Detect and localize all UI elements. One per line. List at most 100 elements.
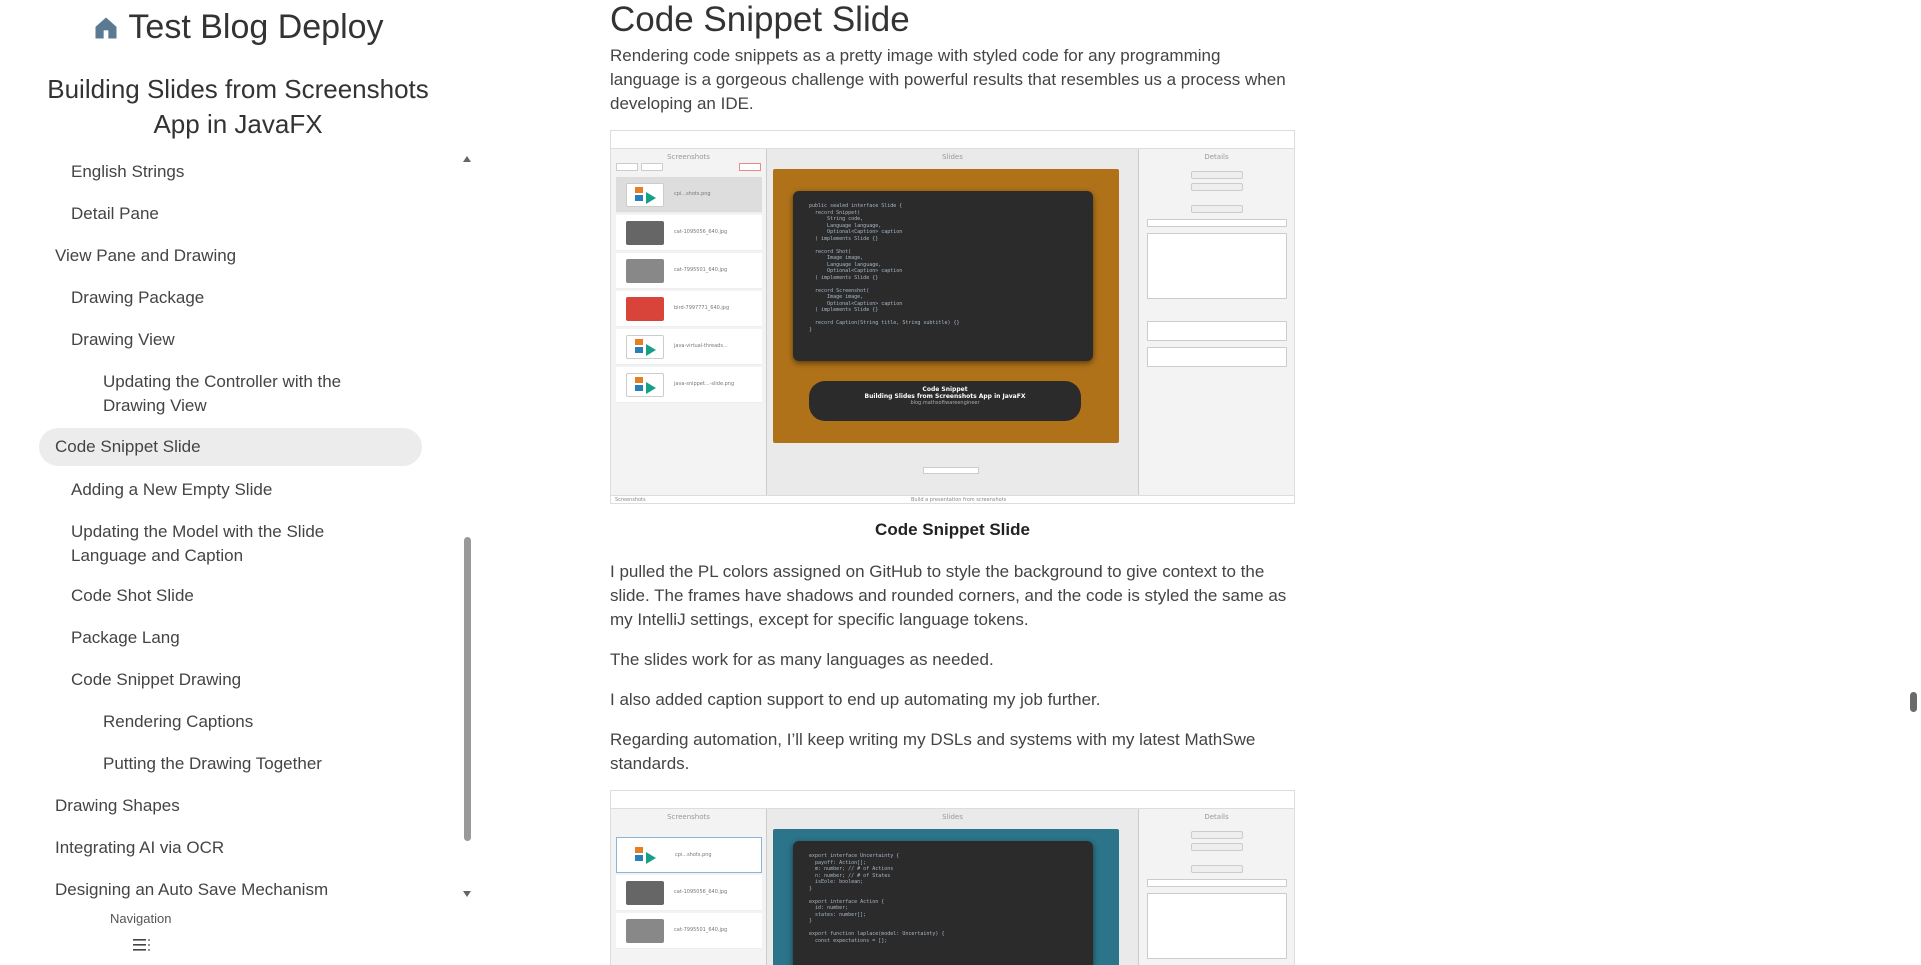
- article-title: Building Slides from Screenshots App in …: [47, 74, 429, 139]
- code-frame: public sealed interface Slide { record S…: [793, 191, 1093, 361]
- pane-title: Slides: [942, 813, 963, 821]
- file-row: java-snippet...-slide.png: [616, 367, 762, 403]
- file-row: cat-7995501_640.jpg: [616, 253, 762, 289]
- pane-title: Screenshots: [667, 813, 710, 821]
- app-titlebar: [611, 791, 1294, 801]
- pane-title: Details: [1204, 153, 1229, 161]
- toc-item-english-strings[interactable]: English Strings: [71, 160, 401, 184]
- url-field: [1147, 347, 1287, 367]
- image-thumbnail: [626, 335, 664, 359]
- app-menubar: [611, 801, 1294, 809]
- file-name: cat-1095056_640.jpg: [674, 889, 728, 895]
- toc-item-updating-controller[interactable]: Updating the Controller with the Drawing…: [103, 370, 383, 418]
- details-pane: Details: [1139, 809, 1294, 965]
- navigation-label: Navigation: [110, 911, 172, 926]
- toc-item-code-shot-slide[interactable]: Code Shot Slide: [71, 584, 401, 608]
- toc-item-drawing-view[interactable]: Drawing View: [71, 328, 401, 352]
- menu-icon[interactable]: [133, 938, 151, 952]
- path-field: [1147, 879, 1287, 887]
- paragraph: I also added caption support to end up a…: [610, 690, 1101, 709]
- toc-scrollbar[interactable]: [460, 150, 474, 905]
- article-content: Code Snippet Slide Rendering code snippe…: [610, 0, 1295, 965]
- toc-scrollbar-thumb[interactable]: [464, 537, 471, 841]
- toc-item-integrating-ai-ocr[interactable]: Integrating AI via OCR: [55, 836, 395, 860]
- toc-item-detail-pane[interactable]: Detail Pane: [71, 202, 401, 226]
- slide-type-combo: [1191, 831, 1243, 839]
- toc-item-adding-new-empty-slide[interactable]: Adding a New Empty Slide: [71, 478, 401, 502]
- image-thumbnail: [626, 259, 664, 283]
- code-frame: export interface Uncertainty { payoff: A…: [793, 841, 1093, 965]
- home-icon: [92, 14, 120, 42]
- paragraph: The slides work for as many languages as…: [610, 650, 994, 669]
- code-textarea: [1147, 893, 1287, 959]
- paragraph: I pulled the PL colors assigned on GitHu…: [610, 562, 1287, 629]
- file-row: cat-1095056_640.jpg: [616, 875, 762, 911]
- code-snippet-slide-screenshot-2[interactable]: Screenshots cpi...shots.png cat-1095056_…: [610, 790, 1295, 965]
- toc-item-code-snippet-slide[interactable]: Code Snippet Slide: [39, 428, 422, 466]
- file-row: cat-7995501_640.jpg: [616, 913, 762, 949]
- scroll-down-arrow-icon[interactable]: [463, 891, 471, 897]
- pagination: [923, 467, 979, 474]
- app-window: Screenshots cpi...shots.png cat-1095056_…: [611, 131, 1294, 503]
- pane-title: Slides: [942, 153, 963, 161]
- caption-field: [1147, 321, 1287, 341]
- file-name: cat-7995501_640.jpg: [674, 927, 728, 933]
- intro-paragraph: Rendering code snippets as a pretty imag…: [610, 46, 1286, 113]
- caption-frame: Code Snippet Building Slides from Screen…: [809, 381, 1081, 421]
- add-button: [616, 163, 638, 171]
- image-thumbnail: [626, 881, 664, 905]
- toc-item-view-pane-and-drawing[interactable]: View Pane and Drawing: [55, 244, 395, 268]
- toc-item-rendering-captions[interactable]: Rendering Captions: [103, 710, 403, 734]
- image-thumbnail: [626, 183, 664, 207]
- file-name: cpi...shots.png: [675, 852, 712, 858]
- slide-type-combo: [1191, 171, 1243, 179]
- page-scrollbar[interactable]: [1906, 0, 1921, 965]
- image-thumbnail: [626, 373, 664, 397]
- file-row: cat-1095056_640.jpg: [616, 215, 762, 251]
- scroll-up-arrow-icon[interactable]: [463, 156, 471, 162]
- toc-item-drawing-shapes[interactable]: Drawing Shapes: [55, 794, 395, 818]
- toc-item-updating-model[interactable]: Updating the Model with the Slide Langua…: [71, 520, 371, 568]
- file-row: java-virtual-threads...: [616, 329, 762, 365]
- file-row: cpi...shots.png: [616, 837, 762, 873]
- config-combo: [1191, 865, 1243, 873]
- page-scrollbar-thumb[interactable]: [1910, 692, 1917, 712]
- file-name: java-virtual-threads...: [674, 343, 728, 349]
- slide-background: public sealed interface Slide { record S…: [773, 169, 1119, 443]
- site-title-link[interactable]: Test Blog Deploy: [0, 8, 476, 47]
- file-name: cpi...shots.png: [674, 191, 711, 197]
- language-combo: [1191, 183, 1243, 191]
- image-thumbnail: [626, 221, 664, 245]
- screenshots-pane: Screenshots cpi...shots.png cat-1095056_…: [611, 809, 767, 965]
- app-statusbar: Screenshots Build a presentation from sc…: [611, 495, 1294, 503]
- file-name: cat-1095056_640.jpg: [674, 229, 728, 235]
- config-combo: [1191, 205, 1243, 213]
- file-name: bird-7997771_640.jpg: [674, 305, 730, 311]
- site-title-text: Test Blog Deploy: [128, 8, 384, 46]
- caption-url: blog.mathsoftwareengineer: [910, 400, 980, 406]
- toc-item-putting-drawing-together[interactable]: Putting the Drawing Together: [103, 752, 403, 776]
- status-left: Screenshots: [615, 497, 646, 503]
- code-snippet-slide-screenshot[interactable]: Screenshots cpi...shots.png cat-1095056_…: [610, 130, 1295, 504]
- slides-pane: Slides public sealed interface Slide { r…: [767, 149, 1139, 503]
- toc-item-auto-save[interactable]: Designing an Auto Save Mechanism: [55, 878, 415, 902]
- sidebar: Test Blog Deploy Building Slides from Sc…: [0, 0, 476, 965]
- language-combo: [1191, 843, 1243, 851]
- pane-title: Details: [1204, 813, 1229, 821]
- toc-item-drawing-package[interactable]: Drawing Package: [71, 286, 401, 310]
- toc-item-package-lang[interactable]: Package Lang: [71, 626, 401, 650]
- file-row: cpi...shots.png: [616, 177, 762, 213]
- details-pane: Details: [1139, 149, 1294, 503]
- app-menubar: [611, 141, 1294, 149]
- file-row: bird-7997771_640.jpg: [616, 291, 762, 327]
- screenshots-pane: Screenshots cpi...shots.png cat-1095056_…: [611, 149, 767, 503]
- slide-background: export interface Uncertainty { payoff: A…: [773, 829, 1119, 965]
- new-button: [641, 163, 663, 171]
- image-thumbnail: [627, 844, 665, 868]
- pane-title: Screenshots: [667, 153, 710, 161]
- status-center: Build a presentation from screenshots: [911, 497, 1007, 503]
- app-titlebar: [611, 131, 1294, 141]
- code-textarea: [1147, 233, 1287, 299]
- toc-item-code-snippet-drawing[interactable]: Code Snippet Drawing: [71, 668, 401, 692]
- file-name: cat-7995501_640.jpg: [674, 267, 728, 273]
